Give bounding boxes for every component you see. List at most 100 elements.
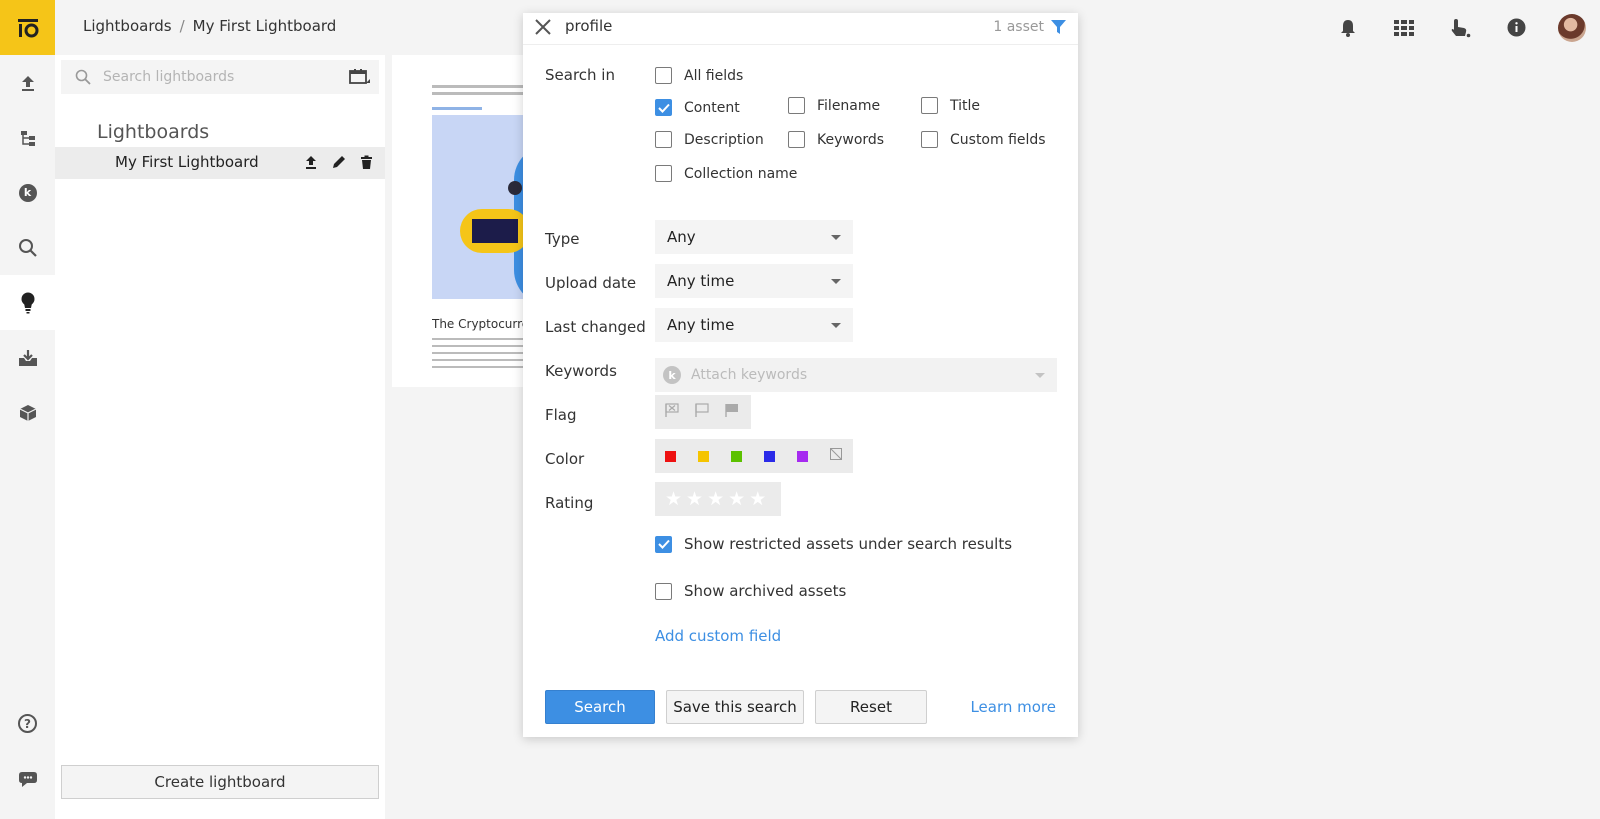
checkbox-box	[921, 131, 938, 148]
save-search-button[interactable]: Save this search	[666, 690, 804, 724]
lightbulb-icon[interactable]	[0, 275, 55, 330]
chevron-down-icon	[831, 235, 841, 240]
custom-fields-checkbox[interactable]: Custom fields	[921, 131, 1046, 148]
search-header: 1 asset	[523, 13, 1078, 45]
type-select[interactable]: Any	[655, 220, 853, 254]
checkbox-label: Filename	[817, 97, 881, 114]
flag-label: Flag	[545, 406, 577, 424]
color-swatch-red[interactable]	[665, 450, 676, 462]
star-icon[interactable]: ★	[686, 489, 703, 509]
flag-rejected-icon[interactable]	[665, 403, 679, 421]
color-swatch-green[interactable]	[731, 450, 742, 462]
star-icon[interactable]: ★	[728, 489, 745, 509]
star-icon[interactable]: ★	[665, 489, 682, 509]
checkbox-label: Description	[684, 131, 764, 148]
add-lightboard-icon[interactable]	[349, 68, 371, 90]
checkbox-box	[655, 165, 672, 182]
breadcrumb-current: My First Lightboard	[192, 17, 337, 35]
lightboard-item[interactable]: My First Lightboard	[55, 147, 385, 179]
help-icon[interactable]: ?	[0, 696, 55, 751]
collection-name-checkbox[interactable]: Collection name	[655, 165, 797, 182]
star-icon[interactable]: ★	[707, 489, 724, 509]
keywords-icon[interactable]: k	[0, 165, 55, 220]
advanced-search-panel: 1 asset Search in All fields Content Fil…	[523, 13, 1078, 737]
no-color-icon[interactable]	[830, 448, 842, 464]
keywords-checkbox[interactable]: Keywords	[788, 131, 884, 148]
checkbox-label: Show restricted assets under search resu…	[684, 535, 1013, 553]
show-restricted-checkbox[interactable]: Show restricted assets under search resu…	[655, 535, 1012, 553]
hand-pointer-icon[interactable]	[1432, 0, 1488, 55]
io-logo-icon	[17, 18, 38, 37]
color-swatch-blue[interactable]	[764, 450, 775, 462]
check-icon	[657, 539, 670, 549]
flag-outline-icon[interactable]	[695, 403, 709, 421]
content-checkbox[interactable]: Content	[655, 99, 740, 116]
checkbox-label: Custom fields	[950, 131, 1046, 148]
edit-pencil-icon[interactable]	[332, 155, 346, 174]
upload-icon[interactable]	[304, 155, 318, 174]
avatar	[1558, 13, 1586, 42]
checkbox-label: Keywords	[817, 131, 885, 148]
color-swatch-purple[interactable]	[797, 450, 808, 462]
lightboard-item-label: My First Lightboard	[115, 153, 259, 171]
search-icon	[75, 69, 91, 85]
checkbox-box	[655, 582, 672, 600]
upload-date-label: Upload date	[545, 274, 637, 292]
checkbox-label: All fields	[684, 67, 744, 84]
checkbox-label: Collection name	[684, 165, 798, 182]
bell-icon[interactable]	[1320, 0, 1376, 55]
learn-more-link[interactable]: Learn more	[970, 698, 1056, 716]
checkbox-box	[655, 67, 672, 84]
add-custom-field-link[interactable]: Add custom field	[655, 627, 781, 645]
color-selector	[655, 439, 853, 473]
keywords-badge-icon: k	[663, 366, 681, 384]
preview-text-line	[432, 107, 482, 110]
app-logo[interactable]	[0, 0, 55, 55]
result-count: 1 asset	[993, 19, 1044, 35]
search-icon[interactable]	[0, 220, 55, 275]
description-checkbox[interactable]: Description	[655, 131, 764, 148]
rating-selector: ★ ★ ★ ★ ★	[655, 482, 781, 516]
keywords-label: Keywords	[545, 362, 617, 380]
left-rail: k ?	[0, 0, 55, 819]
checkbox-label: Content	[684, 99, 740, 116]
download-tray-icon[interactable]	[0, 330, 55, 385]
close-icon[interactable]	[535, 19, 551, 39]
chevron-down-icon	[831, 323, 841, 328]
show-archived-checkbox[interactable]: Show archived assets	[655, 582, 846, 600]
keywords-placeholder: Attach keywords	[691, 367, 808, 383]
search-button[interactable]: Search	[545, 690, 655, 724]
flag-filled-icon[interactable]	[725, 403, 739, 421]
hierarchy-icon[interactable]	[0, 110, 55, 165]
lightboards-search-input[interactable]	[103, 69, 333, 85]
attach-keywords-field[interactable]: k Attach keywords	[655, 358, 1057, 392]
box-icon[interactable]	[0, 385, 55, 440]
checkbox-box	[788, 97, 805, 114]
filename-checkbox[interactable]: Filename	[788, 97, 880, 114]
title-checkbox[interactable]: Title	[921, 97, 980, 114]
checkbox-box	[655, 131, 672, 148]
checkbox-box	[921, 97, 938, 114]
avatar-button[interactable]	[1544, 0, 1600, 55]
filter-icon[interactable]	[1051, 20, 1066, 39]
last-changed-select[interactable]: Any time	[655, 308, 853, 342]
last-changed-label: Last changed	[545, 318, 646, 336]
all-fields-checkbox[interactable]: All fields	[655, 67, 743, 84]
color-swatch-yellow[interactable]	[698, 450, 709, 462]
reset-button[interactable]: Reset	[815, 690, 927, 724]
checkbox-box	[655, 535, 672, 553]
grid-icon[interactable]	[1376, 0, 1432, 55]
trash-icon[interactable]	[360, 155, 373, 174]
search-query-input[interactable]	[565, 17, 945, 35]
chat-icon[interactable]	[0, 751, 55, 806]
last-changed-value: Any time	[667, 316, 735, 334]
upload-icon[interactable]	[0, 55, 55, 110]
create-lightboard-button[interactable]: Create lightboard	[61, 765, 379, 799]
breadcrumb-root[interactable]: Lightboards	[83, 17, 172, 35]
breadcrumb-separator: /	[179, 17, 185, 35]
flag-selector	[655, 395, 751, 429]
star-icon[interactable]: ★	[749, 489, 766, 509]
upload-date-select[interactable]: Any time	[655, 264, 853, 298]
info-icon[interactable]	[1488, 0, 1544, 55]
chevron-down-icon	[831, 279, 841, 284]
